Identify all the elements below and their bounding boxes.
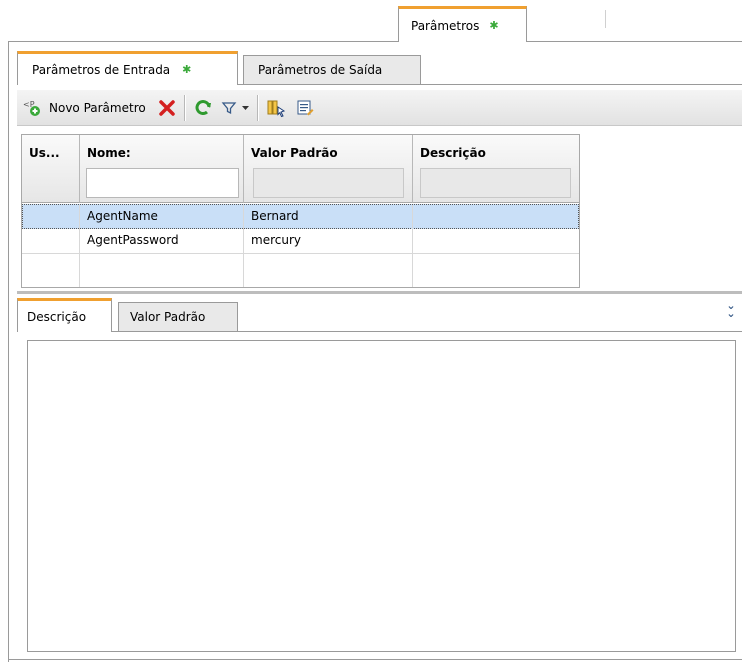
cell-description[interactable] <box>413 229 579 253</box>
cell-description[interactable] <box>413 205 578 229</box>
select-columns-icon <box>267 100 285 117</box>
tab-parametros-saida[interactable]: Parâmetros de Saída <box>243 55 421 84</box>
frame-gap <box>399 41 526 42</box>
filter-icon <box>221 101 237 114</box>
filter-button[interactable] <box>221 95 249 121</box>
tab-descricao[interactable]: Descrição <box>17 298 112 332</box>
details-icon <box>297 100 314 115</box>
cell-used[interactable] <box>23 205 80 229</box>
column-header-name-label: Nome: <box>87 146 131 160</box>
default-filter-input[interactable] <box>253 168 404 198</box>
new-parameter-icon: <P <box>23 100 40 116</box>
tab-entrada-label: Parâmetros de Entrada <box>32 62 171 77</box>
description-textarea[interactable] <box>27 340 736 652</box>
details-button[interactable] <box>296 95 314 121</box>
tab-parametros-label: Parâmetros <box>411 18 480 33</box>
grid-empty-area <box>580 134 742 288</box>
frame-border-top <box>8 41 742 42</box>
frame-border-left <box>8 41 9 662</box>
cell-description[interactable] <box>413 254 579 287</box>
table-row[interactable] <box>22 254 579 287</box>
toolbar-separator <box>183 94 185 121</box>
new-parameter-label: Novo Parâmetro <box>49 100 146 115</box>
cell-default[interactable]: Bernard <box>244 205 413 229</box>
cell-name[interactable]: AgentName <box>80 205 244 229</box>
bottom-tabs-baseline <box>17 331 742 332</box>
name-filter-input[interactable] <box>86 168 239 198</box>
delete-icon <box>158 99 175 116</box>
column-header-default-label: Valor Padrão <box>251 146 338 160</box>
table-row[interactable]: AgentPassword mercury <box>22 229 579 254</box>
tab-parametros[interactable]: Parâmetros ✱ <box>398 6 527 42</box>
pane-splitter[interactable] <box>17 291 742 294</box>
toolbar-separator <box>256 94 258 121</box>
collapse-chevron-icon[interactable]: ⌄ ⌄ <box>724 300 738 319</box>
description-filter-input[interactable] <box>420 168 571 198</box>
delete-button[interactable] <box>158 95 176 121</box>
tab-valor-padrao[interactable]: Valor Padrão <box>118 302 238 331</box>
refresh-button[interactable] <box>193 95 213 121</box>
tab-descricao-label: Descrição <box>27 309 87 324</box>
column-header-used-label: Us... <box>29 146 60 160</box>
select-columns-button[interactable] <box>266 95 286 121</box>
tab-parametros-entrada[interactable]: Parâmetros de Entrada ✱ <box>17 51 238 85</box>
column-header-used[interactable]: Us... <box>22 135 80 203</box>
table-row[interactable]: AgentName Bernard <box>22 204 579 229</box>
tab-saida-label: Parâmetros de Saída <box>258 63 383 77</box>
column-header-description-label: Descrição <box>420 146 486 160</box>
refresh-icon <box>195 99 211 115</box>
modified-star-icon: ✱ <box>489 19 499 32</box>
top-separator <box>605 10 606 28</box>
modified-star-icon: ✱ <box>182 63 192 76</box>
cell-default[interactable]: mercury <box>244 229 413 253</box>
dropdown-icon <box>241 105 249 110</box>
new-parameter-button[interactable]: <P Novo Parâmetro <box>23 95 146 121</box>
cell-name[interactable] <box>80 254 244 287</box>
tab-valor-padrao-label: Valor Padrão <box>130 310 206 324</box>
cell-default[interactable] <box>244 254 413 287</box>
cell-name[interactable]: AgentPassword <box>80 229 244 253</box>
cell-used[interactable] <box>22 229 80 253</box>
frame-border-bottom <box>8 659 742 660</box>
toolbar: <P Novo Parâmetro <box>17 90 742 126</box>
parameters-grid: Us... Nome: Valor Padrão Descrição Agent… <box>21 134 580 288</box>
cell-used[interactable] <box>22 254 80 287</box>
